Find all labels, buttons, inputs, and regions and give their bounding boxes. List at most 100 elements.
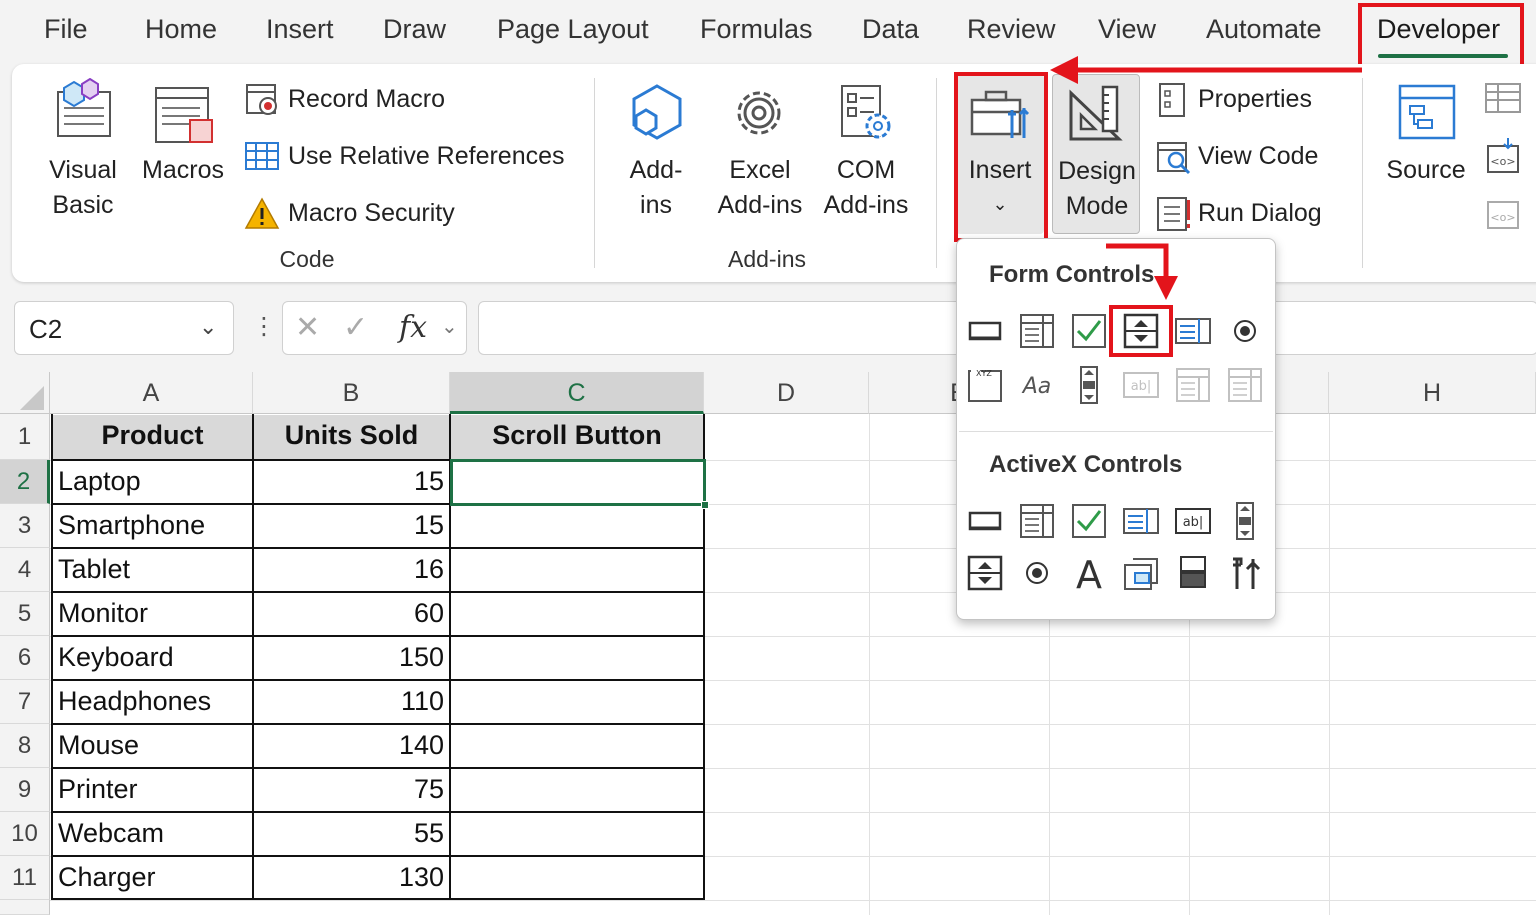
column-header-b[interactable]: B	[253, 372, 450, 414]
cell-b3[interactable]: 15	[258, 510, 444, 541]
cell-b11[interactable]: 130	[258, 862, 444, 893]
form-list-box-icon[interactable]	[1173, 311, 1213, 351]
tab-data[interactable]: Data	[862, 14, 919, 45]
tab-page-layout[interactable]: Page Layout	[497, 14, 649, 45]
tab-formulas[interactable]: Formulas	[700, 14, 813, 45]
activex-label-icon[interactable]: A	[1069, 553, 1109, 593]
macro-security-button[interactable]: Macro Security	[242, 194, 582, 234]
header-product[interactable]: Product	[53, 420, 252, 451]
form-combo-box-icon[interactable]	[1017, 311, 1057, 351]
form-check-box-icon[interactable]	[1069, 311, 1109, 351]
activex-text-box-icon[interactable]: ab|	[1173, 501, 1213, 541]
cell-b9[interactable]: 75	[258, 774, 444, 805]
row-header-1[interactable]: 1	[0, 414, 50, 460]
column-header-a[interactable]: A	[50, 372, 253, 414]
tab-automate[interactable]: Automate	[1206, 14, 1322, 45]
tab-home[interactable]: Home	[145, 14, 217, 45]
cell-a9[interactable]: Printer	[58, 774, 138, 805]
row-header-3[interactable]: 3	[0, 504, 50, 548]
activex-option-button-icon[interactable]	[1017, 553, 1057, 593]
map-properties-icon[interactable]	[1484, 80, 1524, 116]
form-label-icon[interactable]: Aa	[1017, 365, 1057, 405]
cell-b7[interactable]: 110	[258, 686, 444, 717]
activex-check-box-icon[interactable]	[1069, 501, 1109, 541]
form-scroll-bar-icon[interactable]	[1069, 365, 1109, 405]
export-icon[interactable]: <o>	[1484, 192, 1524, 232]
activex-combo-box-icon[interactable]	[1017, 501, 1057, 541]
activex-toggle-button-icon[interactable]	[1173, 553, 1213, 593]
activex-spin-button-icon[interactable]	[965, 553, 1005, 593]
selected-cell-c2[interactable]	[450, 459, 706, 506]
column-header-c[interactable]: C	[450, 372, 704, 414]
form-text-field-icon[interactable]: ab|	[1121, 365, 1161, 405]
chevron-down-icon[interactable]: ⌄	[199, 314, 217, 340]
column-header-d[interactable]: D	[704, 372, 869, 414]
activex-more-controls-icon[interactable]	[1225, 553, 1265, 593]
row-header-9[interactable]: 9	[0, 768, 50, 812]
row-header-6[interactable]: 6	[0, 636, 50, 680]
import-icon[interactable]: <o>	[1484, 136, 1524, 176]
header-units-sold[interactable]: Units Sold	[254, 420, 449, 451]
tab-view[interactable]: View	[1098, 14, 1156, 45]
activex-command-button-icon[interactable]	[965, 501, 1005, 541]
macros-button[interactable]: Macros	[138, 74, 228, 204]
tab-file[interactable]: File	[44, 14, 88, 45]
tab-insert[interactable]: Insert	[266, 14, 334, 45]
cell-b6[interactable]: 150	[258, 642, 444, 673]
cell-a8[interactable]: Mouse	[58, 730, 139, 761]
use-relative-references-button[interactable]: Use Relative References	[242, 137, 582, 177]
more-options-icon[interactable]: ⋮	[252, 312, 276, 341]
row-header-4[interactable]: 4	[0, 548, 50, 592]
row-header-8[interactable]: 8	[0, 724, 50, 768]
add-ins-button[interactable]: Add- ins	[616, 74, 696, 224]
enter-check-icon[interactable]: ✓	[343, 310, 368, 345]
com-add-ins-button[interactable]: COM Add-ins	[816, 74, 916, 224]
name-box[interactable]: C2 ⌄	[14, 301, 234, 355]
form-option-button-icon[interactable]	[1225, 311, 1265, 351]
row-header-12[interactable]	[0, 900, 50, 915]
cell-a10[interactable]: Webcam	[58, 818, 164, 849]
cell-b4[interactable]: 16	[258, 554, 444, 585]
cancel-icon[interactable]: ✕	[295, 310, 320, 345]
activex-image-icon[interactable]	[1121, 553, 1161, 593]
form-spin-button-icon[interactable]	[1121, 311, 1161, 351]
visual-basic-button[interactable]: Visual Basic	[38, 74, 128, 224]
insert-function-icon[interactable]: fx	[399, 310, 427, 345]
form-combo-drop-down-edit-icon[interactable]	[1225, 365, 1265, 405]
design-mode-button[interactable]: Design Mode	[1052, 74, 1140, 234]
row-header-2[interactable]: 2	[0, 460, 50, 504]
record-macro-button[interactable]: Record Macro	[242, 80, 582, 120]
activex-scroll-bar-icon[interactable]	[1225, 501, 1265, 541]
excel-add-ins-button[interactable]: Excel Add-ins	[710, 74, 810, 224]
cell-b2[interactable]: 15	[258, 466, 444, 497]
tab-review[interactable]: Review	[967, 14, 1056, 45]
cell-b8[interactable]: 140	[258, 730, 444, 761]
activex-list-box-icon[interactable]	[1121, 501, 1161, 541]
cell-a11[interactable]: Charger	[58, 862, 156, 893]
form-button-icon[interactable]	[965, 311, 1005, 351]
insert-controls-button[interactable]: Insert ⌄	[956, 74, 1044, 234]
header-scroll-button[interactable]: Scroll Button	[451, 420, 703, 451]
view-code-button[interactable]: View Code	[1154, 137, 1354, 177]
cell-b5[interactable]: 60	[258, 598, 444, 629]
cell-a2[interactable]: Laptop	[58, 466, 141, 497]
chevron-down-icon[interactable]: ⌄	[441, 314, 458, 339]
tab-draw[interactable]: Draw	[383, 14, 446, 45]
fill-handle[interactable]	[701, 501, 709, 509]
row-header-11[interactable]: 11	[0, 856, 50, 900]
select-all-corner[interactable]	[0, 372, 50, 414]
form-group-box-icon[interactable]: XYZ	[965, 365, 1005, 405]
cell-a5[interactable]: Monitor	[58, 598, 148, 629]
cell-a4[interactable]: Tablet	[58, 554, 130, 585]
form-combo-list-edit-icon[interactable]	[1173, 365, 1213, 405]
cell-a3[interactable]: Smartphone	[58, 510, 205, 541]
run-dialog-button[interactable]: Run Dialog	[1154, 194, 1354, 234]
row-header-5[interactable]: 5	[0, 592, 50, 636]
cell-a6[interactable]: Keyboard	[58, 642, 174, 673]
row-header-7[interactable]: 7	[0, 680, 50, 724]
cell-b10[interactable]: 55	[258, 818, 444, 849]
row-header-10[interactable]: 10	[0, 812, 50, 856]
source-button[interactable]: Source	[1378, 74, 1474, 204]
column-header-h[interactable]: H	[1329, 372, 1536, 414]
cell-a7[interactable]: Headphones	[58, 686, 211, 717]
